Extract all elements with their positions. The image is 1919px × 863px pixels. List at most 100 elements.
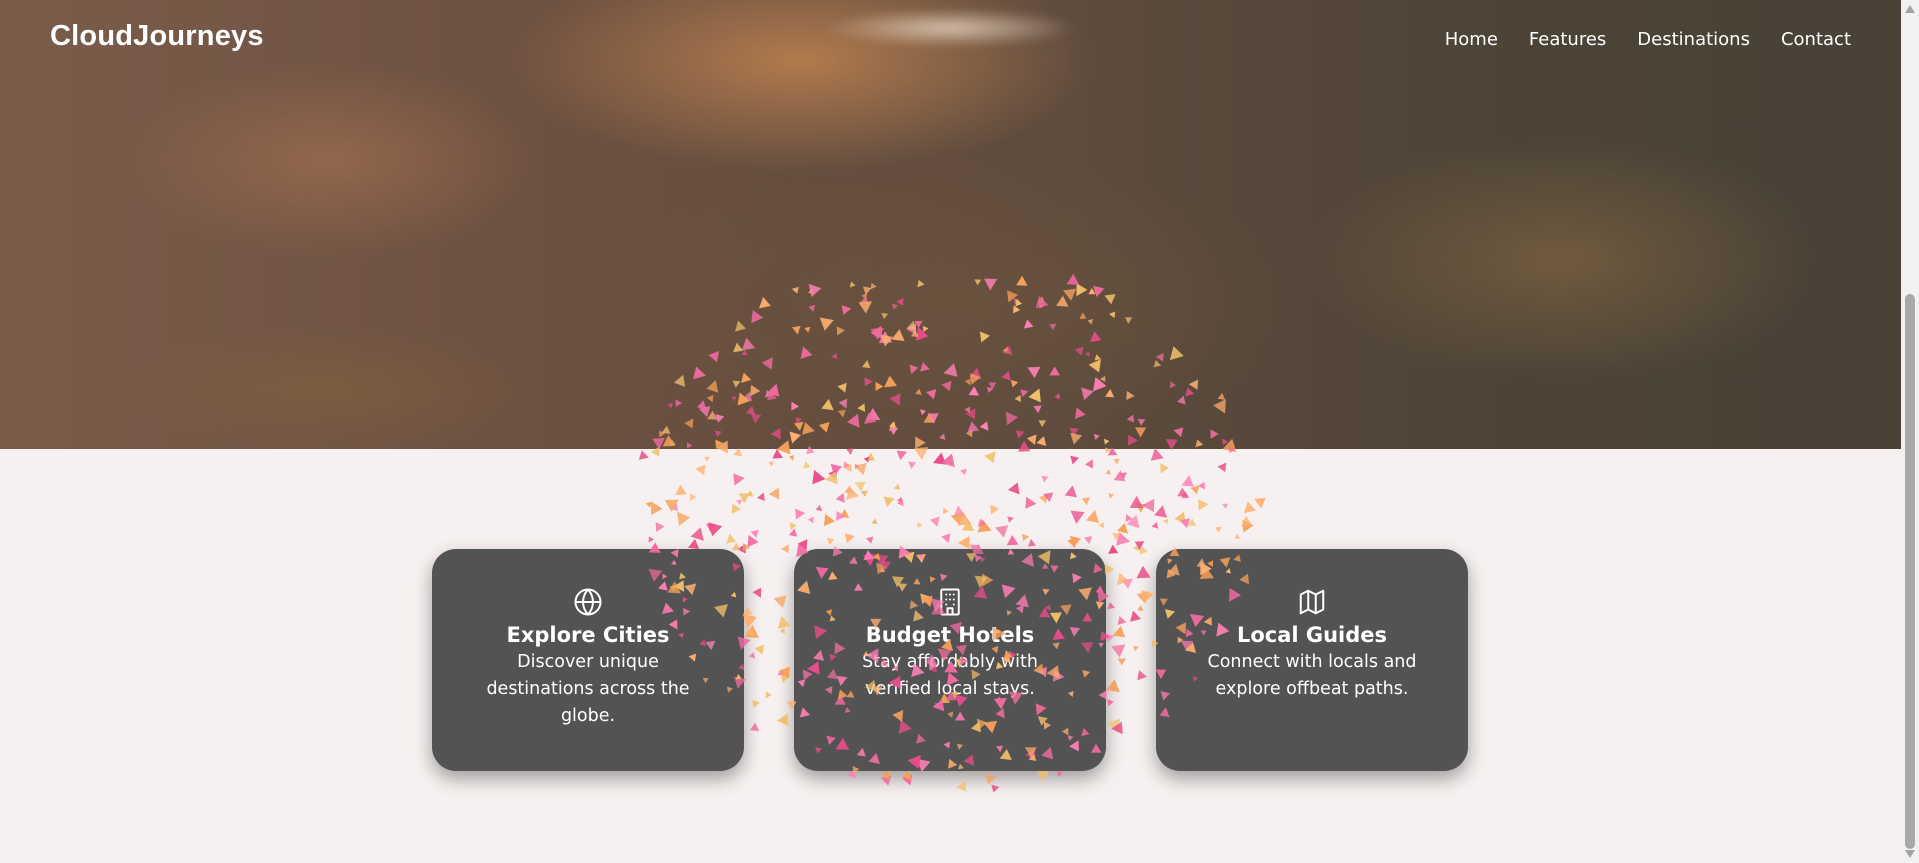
confetti-piece	[731, 503, 742, 514]
confetti-piece	[1007, 516, 1014, 523]
card-title: Budget Hotels	[865, 623, 1035, 647]
confetti-piece	[1151, 521, 1159, 529]
confetti-piece	[738, 493, 750, 504]
confetti-piece	[689, 493, 697, 501]
confetti-piece	[815, 504, 823, 512]
confetti-piece	[839, 508, 850, 518]
confetti-piece	[1107, 447, 1118, 456]
confetti-piece	[844, 485, 854, 494]
confetti-piece	[690, 527, 704, 541]
confetti-piece	[1064, 485, 1078, 498]
confetti-piece	[757, 492, 765, 502]
feature-card-local-guides[interactable]: Local Guides Connect with locals and exp…	[1156, 549, 1468, 771]
confetti-piece	[984, 451, 996, 464]
confetti-piece	[645, 501, 652, 508]
confetti-piece	[1154, 505, 1167, 518]
confetti-piece	[664, 499, 679, 512]
confetti-piece	[830, 463, 843, 476]
confetti-piece	[1134, 541, 1145, 550]
confetti-piece	[1039, 494, 1048, 504]
confetti-piece	[991, 784, 1000, 793]
confetti-piece	[1177, 487, 1188, 497]
confetti-piece	[1081, 497, 1091, 506]
nav-destinations-link[interactable]: Destinations	[1637, 29, 1750, 50]
card-title: Explore Cities	[506, 623, 670, 647]
card-title: Local Guides	[1236, 623, 1388, 647]
confetti-piece	[803, 461, 811, 469]
confetti-piece	[1085, 459, 1093, 469]
confetti-piece	[1126, 514, 1140, 529]
confetti-piece	[736, 499, 743, 505]
confetti-piece	[1006, 534, 1019, 546]
confetti-piece	[908, 461, 917, 470]
confetti-piece	[1108, 493, 1115, 499]
confetti-piece	[844, 463, 853, 472]
confetti-piece	[985, 773, 997, 785]
scroll-up-arrow-icon[interactable]	[1905, 5, 1915, 13]
confetti-piece	[942, 507, 949, 515]
confetti-piece	[917, 521, 923, 528]
confetti-piece	[865, 536, 874, 544]
confetti-piece	[1105, 469, 1112, 475]
globe-icon	[574, 588, 602, 616]
confetti-piece	[1070, 455, 1080, 465]
confetti-piece	[1113, 458, 1120, 465]
confetti-piece	[1240, 515, 1254, 527]
hotel-icon	[940, 588, 960, 616]
confetti-piece	[708, 522, 723, 537]
confetti-piece	[768, 461, 774, 467]
confetti-piece	[1069, 535, 1082, 547]
vertical-scrollbar[interactable]	[1901, 0, 1919, 863]
confetti-piece	[1254, 497, 1266, 509]
confetti-piece	[977, 519, 992, 533]
confetti-piece	[941, 453, 955, 468]
confetti-piece	[826, 537, 835, 546]
confetti-piece	[1234, 533, 1241, 539]
map-icon	[1299, 589, 1325, 615]
confetti-piece	[854, 463, 860, 470]
confetti-piece	[747, 534, 759, 548]
confetti-piece	[1112, 533, 1121, 541]
confetti-piece	[650, 501, 663, 515]
confetti-piece	[953, 505, 966, 518]
confetti-piece	[902, 774, 913, 786]
confetti-piece	[1160, 463, 1170, 474]
confetti-piece	[733, 448, 743, 457]
confetti-piece	[835, 492, 845, 503]
confetti-piece	[706, 523, 716, 533]
feature-card-budget-hotels[interactable]: Budget Hotels Stay affordably with verif…	[794, 549, 1106, 771]
site-logo[interactable]: CloudJourneys	[50, 20, 264, 53]
page-viewport: CloudJourneys Home Features Destinations…	[0, 0, 1901, 863]
nav-contact-link[interactable]: Contact	[1781, 29, 1851, 50]
confetti-piece	[846, 486, 860, 500]
confetti-piece	[1025, 496, 1037, 509]
confetti-piece	[843, 461, 850, 469]
confetti-piece	[1163, 518, 1169, 525]
scrollbar-thumb[interactable]	[1905, 294, 1915, 849]
confetti-piece	[788, 528, 798, 537]
confetti-piece	[768, 487, 780, 500]
confetti-piece	[1217, 462, 1227, 473]
confetti-piece	[812, 469, 826, 485]
confetti-piece	[772, 449, 784, 459]
confetti-piece	[1142, 498, 1155, 513]
nav-features-link[interactable]: Features	[1529, 29, 1606, 50]
confetti-piece	[846, 448, 854, 455]
confetti-piece	[854, 481, 866, 492]
confetti-piece	[836, 511, 846, 521]
scroll-down-arrow-icon[interactable]	[1905, 850, 1915, 858]
feature-cards: Explore Cities Discover unique destinati…	[432, 549, 1468, 771]
confetti-piece	[1117, 522, 1129, 534]
confetti-piece	[880, 775, 892, 786]
nav-home-link[interactable]: Home	[1445, 29, 1498, 50]
confetti-piece	[733, 473, 745, 486]
card-description: Stay affordably with verified local stay…	[862, 652, 1038, 699]
confetti-piece	[1222, 503, 1228, 509]
confetti-piece	[871, 518, 878, 525]
feature-card-explore-cities[interactable]: Explore Cities Discover unique destinati…	[432, 549, 744, 771]
confetti-piece	[1190, 485, 1200, 495]
confetti-piece	[893, 483, 901, 490]
confetti-piece	[1116, 531, 1130, 546]
confetti-piece	[726, 533, 737, 544]
confetti-piece	[1119, 472, 1128, 480]
